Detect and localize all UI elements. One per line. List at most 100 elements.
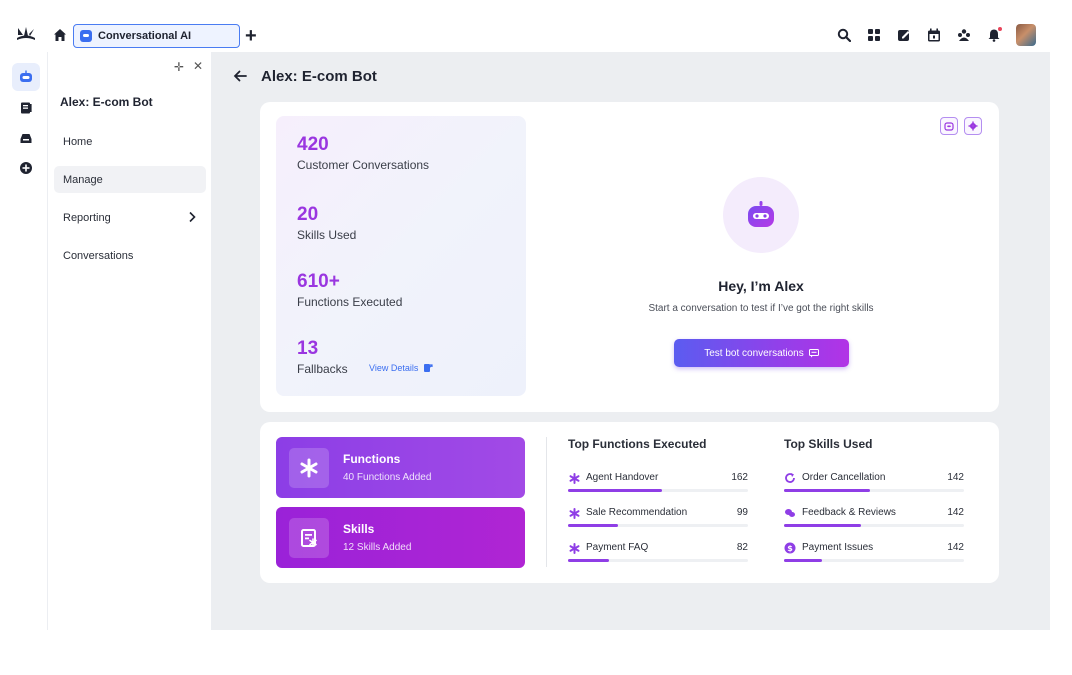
user-avatar[interactable] [1016,24,1036,46]
asterisk-icon [289,448,329,488]
item-count: 99 [736,507,748,518]
sidebar-item-reporting[interactable]: Reporting [54,204,206,231]
compose-icon[interactable] [896,27,912,43]
list-item[interactable]: Agent Handover 162 [568,471,748,499]
progress-track [784,489,964,492]
test-bot-label: Test bot conversations [704,347,804,359]
progress-fill [784,489,871,492]
stat-fallbacks: 13 Fallbacks [297,338,348,376]
back-arrow-icon[interactable] [232,68,248,84]
asterisk-icon [568,542,580,554]
dollar-icon: $ [784,542,796,554]
item-name: Sale Recommendation [586,507,688,518]
external-link-icon [424,364,433,372]
gear-icon [968,121,978,131]
skills-subtitle: 12 Skills Added [343,542,412,553]
sidebar-item-label: Reporting [63,211,111,224]
item-count: 142 [947,507,964,518]
top-skills-title: Top Skills Used [784,437,873,451]
stat-label: Functions Executed [297,295,403,309]
notification-badge [997,26,1003,32]
progress-track [784,524,964,527]
sidenav-title: Alex: E-com Bot [60,95,153,109]
item-name: Agent Handover [586,472,659,483]
brand-logo-icon [17,27,35,40]
search-icon[interactable] [836,27,852,43]
calendar-icon[interactable] [926,27,942,43]
list-item[interactable]: Feedback & Reviews 142 [784,506,964,534]
list-item[interactable]: Payment FAQ 82 [568,541,748,569]
stat-label: Customer Conversations [297,158,430,172]
progress-track [784,559,964,562]
rail-bot-icon[interactable] [12,63,40,91]
stat-conversations: 420 Customer Conversations [297,134,429,172]
item-name: Payment FAQ [586,542,649,553]
bot-avatar [723,177,799,253]
sidebar-item-conversations[interactable]: Conversations [54,242,206,269]
progress-fill [568,489,662,492]
rail-add-icon[interactable] [12,154,40,182]
app-rail [0,52,48,630]
list-item[interactable]: Order Cancellation 142 [784,471,964,499]
capabilities-card: Functions 40 Functions Added Skills 12 S… [260,422,999,583]
tab-label: Conversational AI [98,30,192,42]
stat-skills-used: 20 Skills Used [297,204,356,242]
team-icon[interactable] [956,27,972,43]
home-icon[interactable] [52,27,68,43]
side-navigation: ✛ ✕ Alex: E-com Bot Home Manage Reportin… [48,52,212,630]
bot-settings-button[interactable] [964,117,982,135]
apps-grid-icon[interactable] [866,27,882,43]
stat-value: 13 [297,338,319,359]
page-title: Alex: E-com Bot [261,68,377,85]
bot-tab-icon [80,30,92,42]
top-functions-title: Top Functions Executed [568,437,707,451]
rail-inbox-icon[interactable] [12,124,40,152]
item-name: Order Cancellation [802,472,886,483]
item-count: 142 [947,472,964,483]
list-item[interactable]: Sale Recommendation 99 [568,506,748,534]
skills-document-icon [289,518,329,558]
bot-preview-button[interactable] [940,117,958,135]
skills-title: Skills [343,522,375,536]
rail-book-icon[interactable] [12,94,40,122]
top-skills-list: Top Skills Used Order Cancellation 142 F… [784,437,964,562]
sidebar-item-label: Manage [63,173,103,186]
stat-value: 420 [297,134,329,155]
refresh-icon [784,472,796,484]
add-tab-button[interactable]: + [245,26,257,46]
stat-label: Skills Used [297,228,357,242]
sidebar-item-home[interactable]: Home [54,128,206,155]
close-icon[interactable]: ✕ [193,59,203,73]
asterisk-icon [568,472,580,484]
app-window: Conversational AI + ✛ ✕ Alex: E-com Bot … [0,0,1050,630]
list-item[interactable]: $ Payment Issues 142 [784,541,964,569]
bot-subtitle: Start a conversation to test if I’ve got… [648,303,874,314]
stats-panel: 420 Customer Conversations 20 Skills Use… [276,116,526,396]
view-details-link[interactable]: View Details [369,363,433,373]
section-divider [546,437,547,567]
stat-label: Fallbacks [297,362,348,376]
item-name: Feedback & Reviews [802,507,896,518]
test-bot-button[interactable]: Test bot conversations [674,339,849,367]
sidebar-item-manage[interactable]: Manage [54,166,206,193]
notification-bell-icon[interactable] [986,26,1003,43]
sidebar-item-label: Home [63,135,93,148]
progress-track [568,559,748,562]
functions-tile[interactable]: Functions 40 Functions Added [276,437,525,498]
skills-tile[interactable]: Skills 12 Skills Added [276,507,525,568]
item-count: 82 [736,542,748,553]
item-count: 142 [947,542,964,553]
progress-fill [568,559,610,562]
progress-fill [784,559,822,562]
functions-title: Functions [343,452,401,466]
chevron-right-icon [189,211,196,223]
bot-overview-card: 420 Customer Conversations 20 Skills Use… [260,102,999,412]
bot-face-icon [748,201,774,227]
pin-icon[interactable]: ✛ [174,60,184,74]
progress-track [568,489,748,492]
functions-subtitle: 40 Functions Added [343,472,432,483]
tab-conversational-ai[interactable]: Conversational AI [73,24,240,48]
sidebar-item-label: Conversations [63,249,134,262]
top-functions-list: Top Functions Executed Agent Handover 16… [568,437,748,562]
top-toolbar [836,24,1036,46]
